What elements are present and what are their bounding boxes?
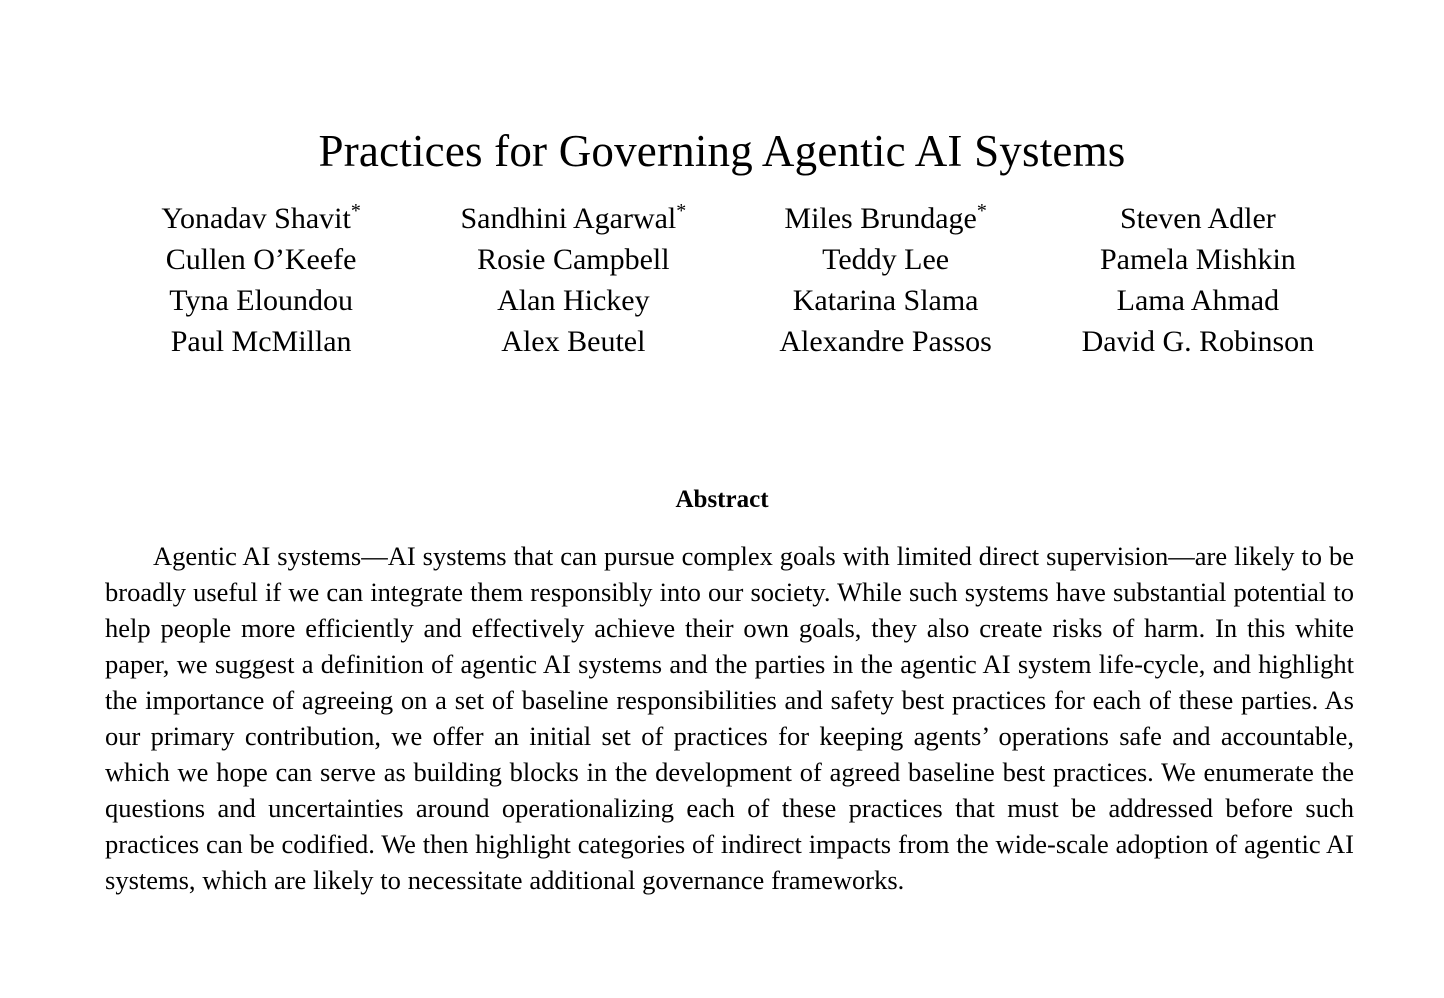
author-name: Katarina Slama	[792, 284, 979, 317]
author-name: Rosie Campbell	[477, 243, 670, 276]
author-row: Cullen O’Keefe Rosie Campbell Teddy Lee Pam…	[105, 239, 1354, 280]
abstract-paragraph: Agentic AI systems—AI systems that can p…	[105, 541, 1354, 895]
author-list: Yonadav Shavit* Sandhini Agarwal* Miles Br…	[105, 198, 1354, 362]
author-name: Alan Hickey	[497, 284, 650, 317]
author-name: Miles Brundage*	[784, 200, 987, 235]
author-name: Sandhini Agarwal*	[460, 200, 687, 235]
author-name: Lama Ahmad	[1116, 284, 1280, 317]
author-row: Tyna Eloundou Alan Hickey Katarina Slama La…	[105, 280, 1354, 321]
author-name: Pamela Mishkin	[1099, 243, 1296, 276]
author-name: David G. Robinson	[1081, 325, 1315, 358]
author-name: Steven Adler	[1119, 202, 1276, 235]
paper-title-page: Practices for Governing Agentic AI Syste…	[0, 0, 1444, 998]
page-title: Practices for Governing Agentic AI Syste…	[318, 126, 1126, 177]
author-name: Alex Beutel	[501, 325, 646, 358]
author-name: Alexandre Passos	[779, 325, 992, 358]
author-name: Paul McMillan	[170, 325, 352, 358]
abstract-heading: Abstract	[675, 486, 769, 513]
author-footnote-marker: *	[350, 200, 361, 222]
author-row: Yonadav Shavit* Sandhini Agarwal* Miles Br…	[105, 198, 1354, 239]
author-name: Cullen O’Keefe	[165, 243, 357, 276]
author-footnote-marker: *	[976, 200, 987, 222]
author-row: Paul McMillan Alex Beutel Alexandre Passos…	[105, 321, 1354, 362]
author-name: Tyna Eloundou	[169, 284, 353, 317]
author-name: Teddy Lee	[822, 243, 950, 276]
author-footnote-marker: *	[676, 200, 687, 222]
author-name: Yonadav Shavit*	[161, 200, 361, 235]
abstract-body: Agentic AI systems—AI systems that can p…	[105, 538, 1354, 898]
